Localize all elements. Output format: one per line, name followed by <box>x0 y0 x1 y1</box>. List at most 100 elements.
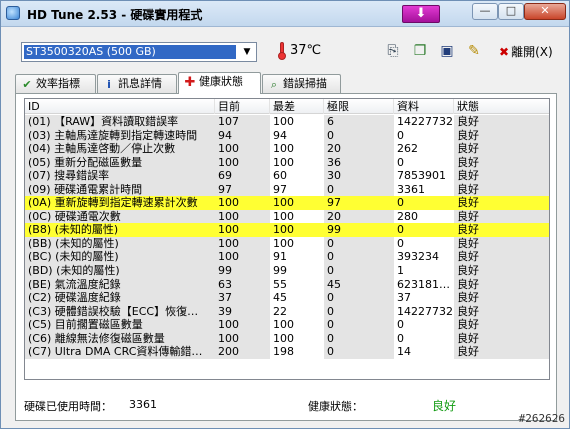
cell-threshold: 20 <box>324 209 394 224</box>
table-body: (01) 【RAW】資料讀取錯誤率 107 100 6 14227732 良好 (03) 主… <box>25 115 549 359</box>
options-icon[interactable]: ✎ <box>465 42 483 60</box>
cell-current: 39 <box>215 304 270 319</box>
cell-threshold: 36 <box>324 155 394 170</box>
minimize-button[interactable]: — <box>472 3 498 20</box>
cell-data: 14227732 <box>397 304 453 318</box>
cell-status: 良好 <box>454 304 549 319</box>
maximize-button[interactable]: □ <box>498 3 524 20</box>
cell-id: (09) 硬碟通電累計時間 <box>25 182 215 197</box>
table-row[interactable]: (C2) 硬碟溫度紀錄 37 45 0 37 良好 <box>25 291 549 305</box>
cell-id: (04) 主軸馬達啓動／停止次數 <box>25 142 215 156</box>
window-title: HD Tune 2.53 - 硬碟實用程式 <box>27 8 203 22</box>
cell-worst: 100 <box>273 223 294 237</box>
copy-icon[interactable]: ⎘ <box>384 42 402 60</box>
benchmark-icon: ✔ <box>22 78 32 91</box>
cell-threshold: 0 <box>324 331 394 346</box>
header-threshold[interactable]: 極限 <box>324 99 394 114</box>
cell-status: 良好 <box>454 264 549 278</box>
header-data[interactable]: 資料 <box>394 99 454 114</box>
cell-data: 0 <box>397 223 404 237</box>
cell-current: 100 <box>215 155 270 170</box>
table-row[interactable]: (C5) 目前擱置磁區數量 100 100 0 0 良好 <box>25 318 549 332</box>
header-id[interactable]: ID <box>25 99 215 114</box>
cell-status: 良好 <box>454 115 549 129</box>
table-row[interactable]: (BC) (未知的屬性) 100 91 0 393234 良好 <box>25 250 549 264</box>
health-cross-icon: ✚ <box>184 75 196 90</box>
header-current[interactable]: 目前 <box>215 99 270 114</box>
toolbar: ST3500320AS (500 GB) ▼ 37℃ ⎘ ❐ ▣ ✎ ✖ 離開(X… <box>1 28 569 72</box>
table-row[interactable]: (B8) (未知的屬性) 100 100 99 0 良好 <box>25 223 549 237</box>
cell-current: 100 <box>215 331 270 346</box>
search-icon: ⌕ <box>270 78 278 91</box>
copy-screenshot-icon[interactable]: ❐ <box>411 42 429 60</box>
cell-worst: 100 <box>273 142 294 156</box>
table-row[interactable]: (0C) 硬碟通電次數 100 100 20 280 良好 <box>25 209 549 224</box>
cell-data: 0 <box>397 196 404 210</box>
table-row[interactable]: (C3) 硬體錯誤校驗【ECC】恢復… 39 22 0 14227732 良好 <box>25 304 549 319</box>
table-row[interactable]: (03) 主軸馬達旋轉到指定轉速時間 94 94 0 0 良好 <box>25 128 549 143</box>
cell-status: 良好 <box>454 291 549 305</box>
table-row[interactable]: (BB) (未知的屬性) 100 100 0 0 良好 <box>25 236 549 251</box>
health-panel: ID 目前 最差 極限 資料 狀態 (01) 【RAW】資料讀取錯誤率 107 10… <box>15 93 557 421</box>
table-row[interactable]: (C6) 離線無法修復磁區數量 100 100 0 0 良好 <box>25 331 549 346</box>
cell-data: 3361 <box>397 182 425 196</box>
watermark: #262626 <box>518 412 565 425</box>
cell-data: 0 <box>397 318 404 332</box>
health-status-label: 健康狀態： <box>308 400 363 413</box>
cell-id: (BD) (未知的屬性) <box>25 264 215 278</box>
cell-data: 0 <box>397 155 404 169</box>
table-row[interactable]: (09) 硬碟通電累計時間 97 97 0 3361 良好 <box>25 182 549 197</box>
cell-threshold: 0 <box>324 128 394 143</box>
table-row[interactable]: (BD) (未知的屬性) 99 99 0 1 良好 <box>25 264 549 278</box>
cell-id: (0C) 硬碟通電次數 <box>25 209 215 224</box>
tab-health[interactable]: ✚ 健康狀態 <box>178 72 261 94</box>
table-row[interactable]: (07) 搜尋錯誤率 69 60 30 7853901 良好 <box>25 169 549 183</box>
cell-status: 良好 <box>454 223 549 237</box>
close-button[interactable]: ✕ <box>524 3 566 20</box>
cell-threshold: 20 <box>324 142 394 156</box>
cell-id: (07) 搜尋錯誤率 <box>25 169 215 183</box>
tab-bar: ✔ 效率指標 i 訊息詳情 ✚ 健康狀態 ⌕ 錯誤掃描 <box>15 72 555 94</box>
cell-status: 良好 <box>454 196 549 210</box>
cell-worst: 100 <box>273 236 294 250</box>
cell-status: 良好 <box>454 318 549 332</box>
cell-current: 107 <box>215 115 270 129</box>
header-status[interactable]: 狀態 <box>454 99 549 114</box>
table-row[interactable]: (0A) 重新旋轉到指定轉速累計次數 100 100 97 0 良好 <box>25 196 549 210</box>
cell-worst: 100 <box>273 155 294 169</box>
cell-status: 良好 <box>454 182 549 197</box>
table-row[interactable]: (BE) 氣流溫度紀錄 63 55 45 623181… 良好 <box>25 277 549 292</box>
table-row[interactable]: (C7) Ultra DMA CRC資料傳輸錯… 200 198 0 14 良好 <box>25 345 549 359</box>
cell-current: 100 <box>215 318 270 332</box>
tab-error-scan[interactable]: ⌕ 錯誤掃描 <box>262 74 341 93</box>
cell-worst: 100 <box>273 209 294 223</box>
cell-id: (C5) 目前擱置磁區數量 <box>25 318 215 332</box>
tab-label: 效率指標 <box>36 77 80 90</box>
cell-data: 0 <box>397 331 404 345</box>
chevron-down-icon[interactable]: ▼ <box>239 44 255 60</box>
hd-tune-app-icon <box>6 6 20 20</box>
tab-label: 健康狀態 <box>199 75 243 88</box>
download-arrow-icon[interactable]: ⬇ <box>402 5 440 23</box>
table-row[interactable]: (01) 【RAW】資料讀取錯誤率 107 100 6 14227732 良好 <box>25 115 549 129</box>
cell-current: 63 <box>215 277 270 292</box>
title-bar: HD Tune 2.53 - 硬碟實用程式 ⬇ — □ ✕ <box>1 1 569 27</box>
exit-label: 離開(X) <box>511 45 553 59</box>
tab-info[interactable]: i 訊息詳情 <box>97 74 177 93</box>
tab-label: 錯誤掃描 <box>283 77 327 90</box>
header-worst[interactable]: 最差 <box>270 99 324 114</box>
table-row[interactable]: (05) 重新分配磁區數量 100 100 36 0 良好 <box>25 155 549 170</box>
cell-current: 100 <box>215 223 270 237</box>
tab-benchmark[interactable]: ✔ 效率指標 <box>15 74 96 93</box>
save-icon[interactable]: ▣ <box>438 42 456 60</box>
drive-select[interactable]: ST3500320AS (500 GB) ▼ <box>21 42 257 62</box>
exit-button[interactable]: ✖ 離開(X) <box>499 43 553 60</box>
cell-data: 7853901 <box>397 169 446 183</box>
table-row[interactable]: (04) 主軸馬達啓動／停止次數 100 100 20 262 良好 <box>25 142 549 156</box>
cell-threshold: 0 <box>324 304 394 319</box>
cell-worst: 60 <box>273 169 287 183</box>
cell-threshold: 30 <box>324 169 394 183</box>
smart-table[interactable]: ID 目前 最差 極限 資料 狀態 (01) 【RAW】資料讀取錯誤率 107 10… <box>24 98 550 380</box>
cell-id: (BE) 氣流溫度紀錄 <box>25 277 215 292</box>
used-time-value: 3361 <box>129 398 157 411</box>
